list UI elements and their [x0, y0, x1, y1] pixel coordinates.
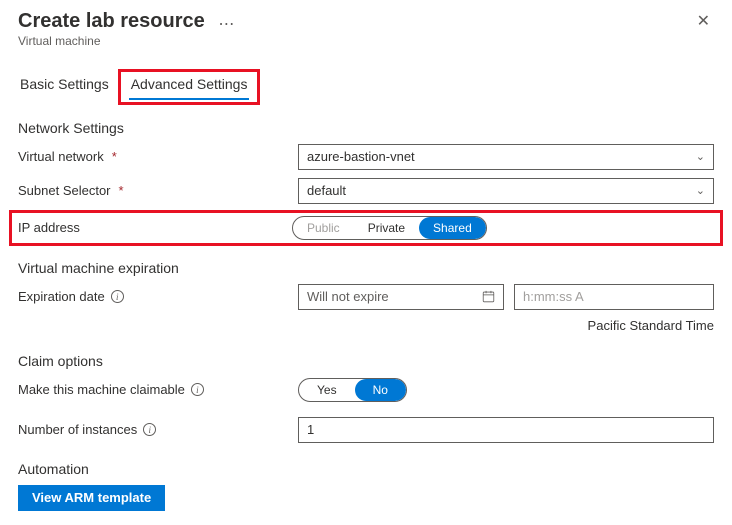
- section-automation: Automation: [18, 461, 714, 477]
- calendar-icon: [482, 290, 495, 303]
- close-icon[interactable]: ✕: [693, 10, 714, 34]
- section-vm-expiration: Virtual machine expiration: [18, 260, 714, 276]
- timezone-label: Pacific Standard Time: [18, 318, 714, 333]
- info-icon[interactable]: i: [191, 383, 204, 396]
- tab-advanced-settings[interactable]: Advanced Settings: [129, 72, 250, 100]
- select-virtual-network-value: azure-bastion-vnet: [307, 149, 415, 164]
- expiration-time-placeholder: h:mm:ss A: [523, 289, 584, 304]
- claimable-yes[interactable]: Yes: [299, 379, 355, 401]
- ip-option-private[interactable]: Private: [354, 217, 419, 239]
- input-expiration-time[interactable]: h:mm:ss A: [514, 284, 714, 310]
- tab-basic-settings[interactable]: Basic Settings: [18, 72, 111, 100]
- claimable-no[interactable]: No: [355, 379, 406, 401]
- highlight-advanced-tab: Advanced Settings: [118, 69, 261, 105]
- ip-option-public[interactable]: Public: [293, 217, 354, 239]
- input-expiration-date[interactable]: Will not expire: [298, 284, 504, 310]
- label-expiration-date: Expiration date i: [18, 289, 298, 304]
- label-subnet-selector: Subnet Selector*: [18, 183, 298, 198]
- label-ip-address: IP address: [18, 220, 292, 235]
- segmented-ip-address: Public Private Shared: [292, 216, 487, 240]
- select-subnet-value: default: [307, 183, 346, 198]
- input-number-of-instances[interactable]: [298, 417, 714, 443]
- label-number-of-instances: Number of instances i: [18, 422, 298, 437]
- select-virtual-network[interactable]: azure-bastion-vnet ⌄: [298, 144, 714, 170]
- view-arm-template-button[interactable]: View ARM template: [18, 485, 165, 511]
- section-claim-options: Claim options: [18, 353, 714, 369]
- toggle-claimable: Yes No: [298, 378, 407, 402]
- select-subnet[interactable]: default ⌄: [298, 178, 714, 204]
- tabs: Basic Settings Advanced Settings: [18, 72, 714, 100]
- more-actions-icon[interactable]: ⋯: [218, 16, 234, 33]
- info-icon[interactable]: i: [111, 290, 124, 303]
- chevron-down-icon: ⌄: [696, 184, 705, 197]
- ip-option-shared[interactable]: Shared: [419, 217, 486, 239]
- info-icon[interactable]: i: [143, 423, 156, 436]
- expiration-date-value: Will not expire: [307, 289, 389, 304]
- panel-title: Create lab resource: [18, 10, 205, 32]
- create-lab-resource-panel: Create lab resource ⋯ Virtual machine ✕ …: [0, 0, 732, 525]
- panel-header: Create lab resource ⋯ Virtual machine ✕: [18, 10, 714, 48]
- highlight-ip-address-row: IP address Public Private Shared: [9, 210, 723, 246]
- label-make-claimable: Make this machine claimable i: [18, 382, 298, 397]
- panel-subtitle: Virtual machine: [18, 34, 693, 48]
- label-virtual-network: Virtual network*: [18, 149, 298, 164]
- chevron-down-icon: ⌄: [696, 150, 705, 163]
- section-network-settings: Network Settings: [18, 120, 714, 136]
